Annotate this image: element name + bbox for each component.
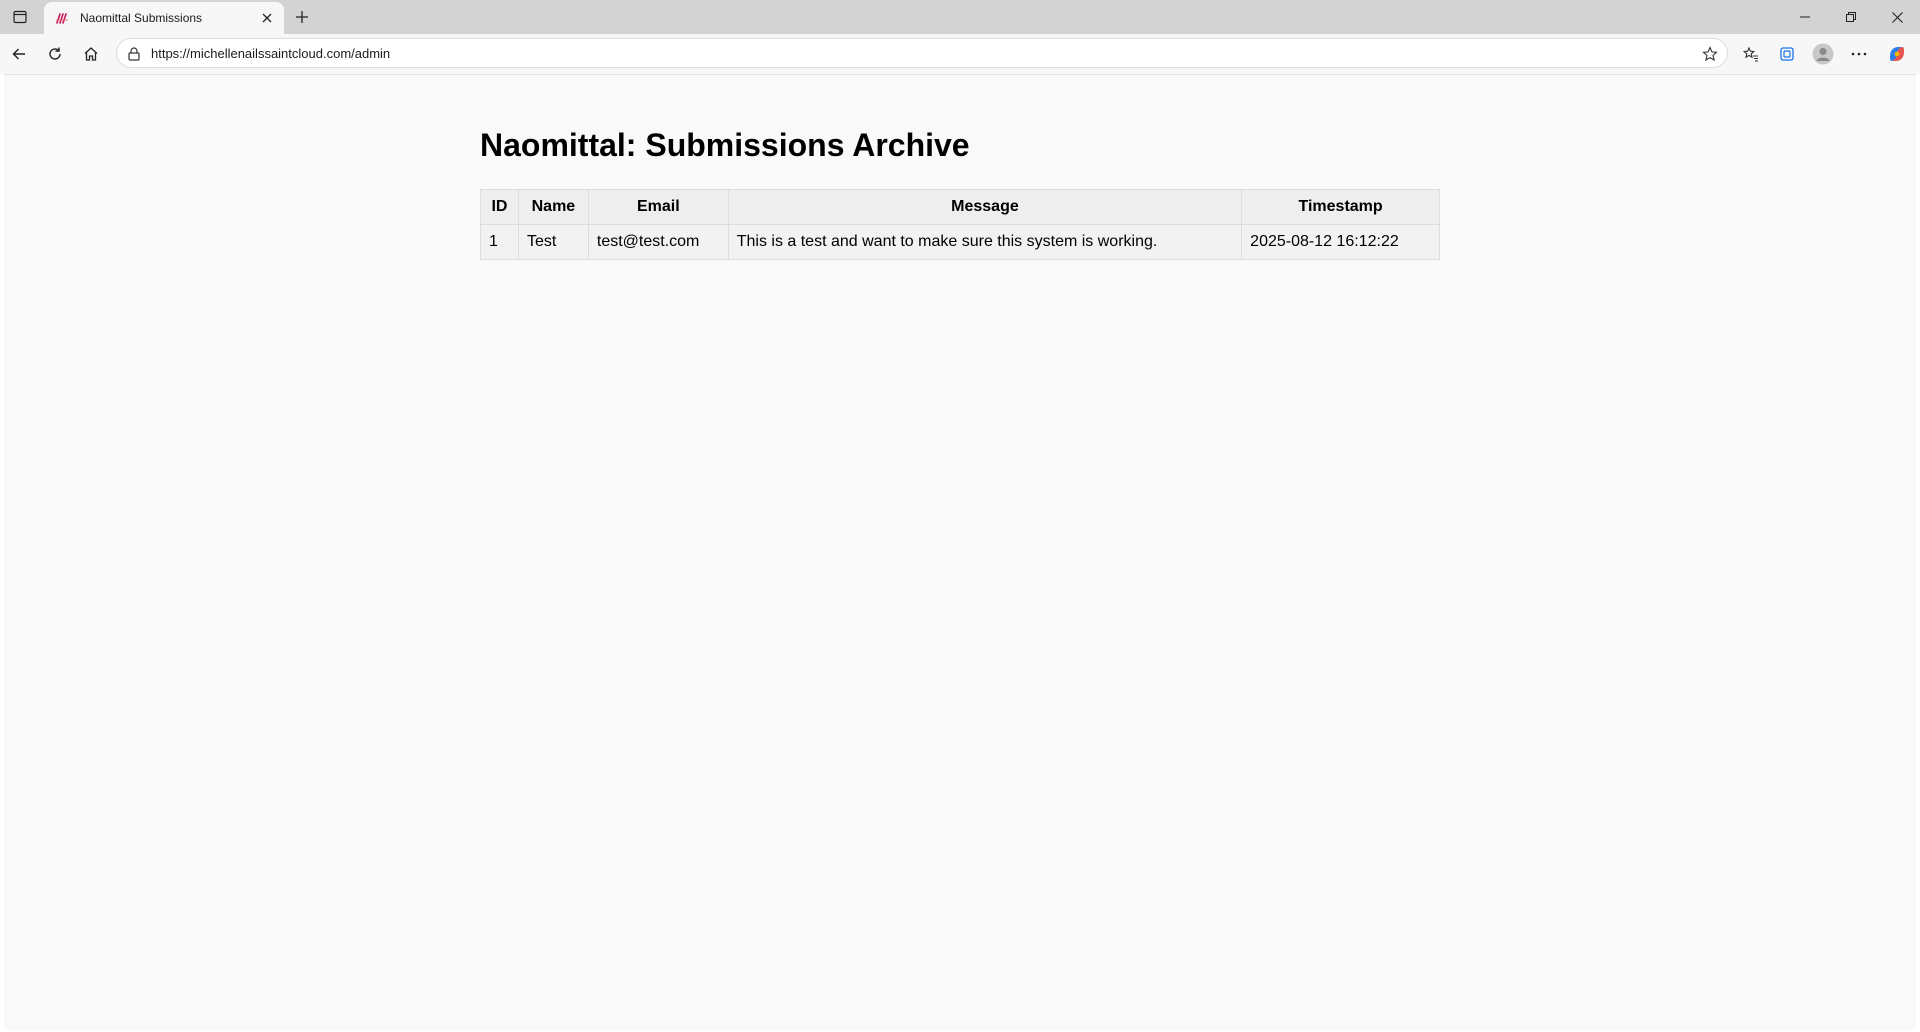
cell-timestamp: 2025-08-12 16:12:22 (1241, 224, 1440, 260)
favorites-button[interactable] (1736, 39, 1766, 69)
back-button[interactable] (4, 39, 34, 69)
cell-id: 1 (480, 224, 519, 260)
collections-icon (1779, 46, 1795, 62)
profile-button[interactable] (1808, 39, 1838, 69)
plus-icon (295, 10, 309, 24)
back-arrow-icon (11, 46, 27, 62)
page-viewport: Naomittal: Submissions Archive ID Name E… (4, 74, 1916, 1030)
collections-button[interactable] (1772, 39, 1802, 69)
table-header-row: ID Name Email Message Timestamp (480, 189, 1440, 225)
add-favorite-button[interactable] (1699, 43, 1721, 65)
browser-tab-active[interactable]: Naomittal Submissions (44, 2, 284, 34)
nail-polish-favicon (54, 10, 70, 26)
column-header-name: Name (517, 189, 589, 225)
cell-name: Test (517, 224, 589, 260)
lock-icon[interactable] (125, 45, 143, 63)
address-bar[interactable]: https://michellenailssaintcloud.com/admi… (116, 38, 1728, 68)
home-icon (83, 46, 99, 62)
browser-toolbar: https://michellenailssaintcloud.com/admi… (0, 34, 1920, 74)
refresh-icon (47, 46, 63, 62)
close-icon (262, 13, 272, 23)
browser-titlebar: Naomittal Submissions (0, 0, 1920, 34)
column-header-email: Email (587, 189, 729, 225)
profile-avatar-icon (1812, 43, 1834, 65)
more-button[interactable] (1844, 39, 1874, 69)
more-icon (1851, 52, 1867, 56)
page-title: Naomittal: Submissions Archive (480, 127, 970, 163)
close-tab-button[interactable] (256, 7, 278, 29)
cell-message: This is a test and want to make sure thi… (727, 224, 1243, 260)
restore-button[interactable] (1828, 0, 1874, 34)
restore-icon (1846, 12, 1856, 22)
minimize-icon (1800, 12, 1810, 22)
close-window-button[interactable] (1874, 0, 1920, 34)
column-header-message: Message (727, 189, 1243, 225)
copilot-button[interactable] (1882, 39, 1912, 69)
submissions-table: ID Name Email Message Timestamp 1 Test t… (480, 189, 1440, 260)
refresh-button[interactable] (40, 39, 70, 69)
cell-email: test@test.com (587, 224, 729, 260)
favorites-icon (1743, 46, 1759, 62)
column-header-timestamp: Timestamp (1241, 189, 1440, 225)
star-icon (1702, 46, 1718, 62)
close-icon (1891, 11, 1903, 23)
tab-title: Naomittal Submissions (80, 11, 203, 25)
column-header-id: ID (480, 189, 519, 225)
new-tab-button[interactable] (288, 4, 316, 30)
tab-actions-button[interactable] (6, 4, 34, 30)
copilot-icon (1887, 44, 1907, 64)
minimize-button[interactable] (1782, 0, 1828, 34)
table-row: 1 Test test@test.com This is a test and … (480, 224, 1440, 260)
url-text[interactable]: https://michellenailssaintcloud.com/admi… (151, 46, 390, 61)
tab-actions-icon (12, 9, 28, 25)
home-button[interactable] (76, 39, 106, 69)
